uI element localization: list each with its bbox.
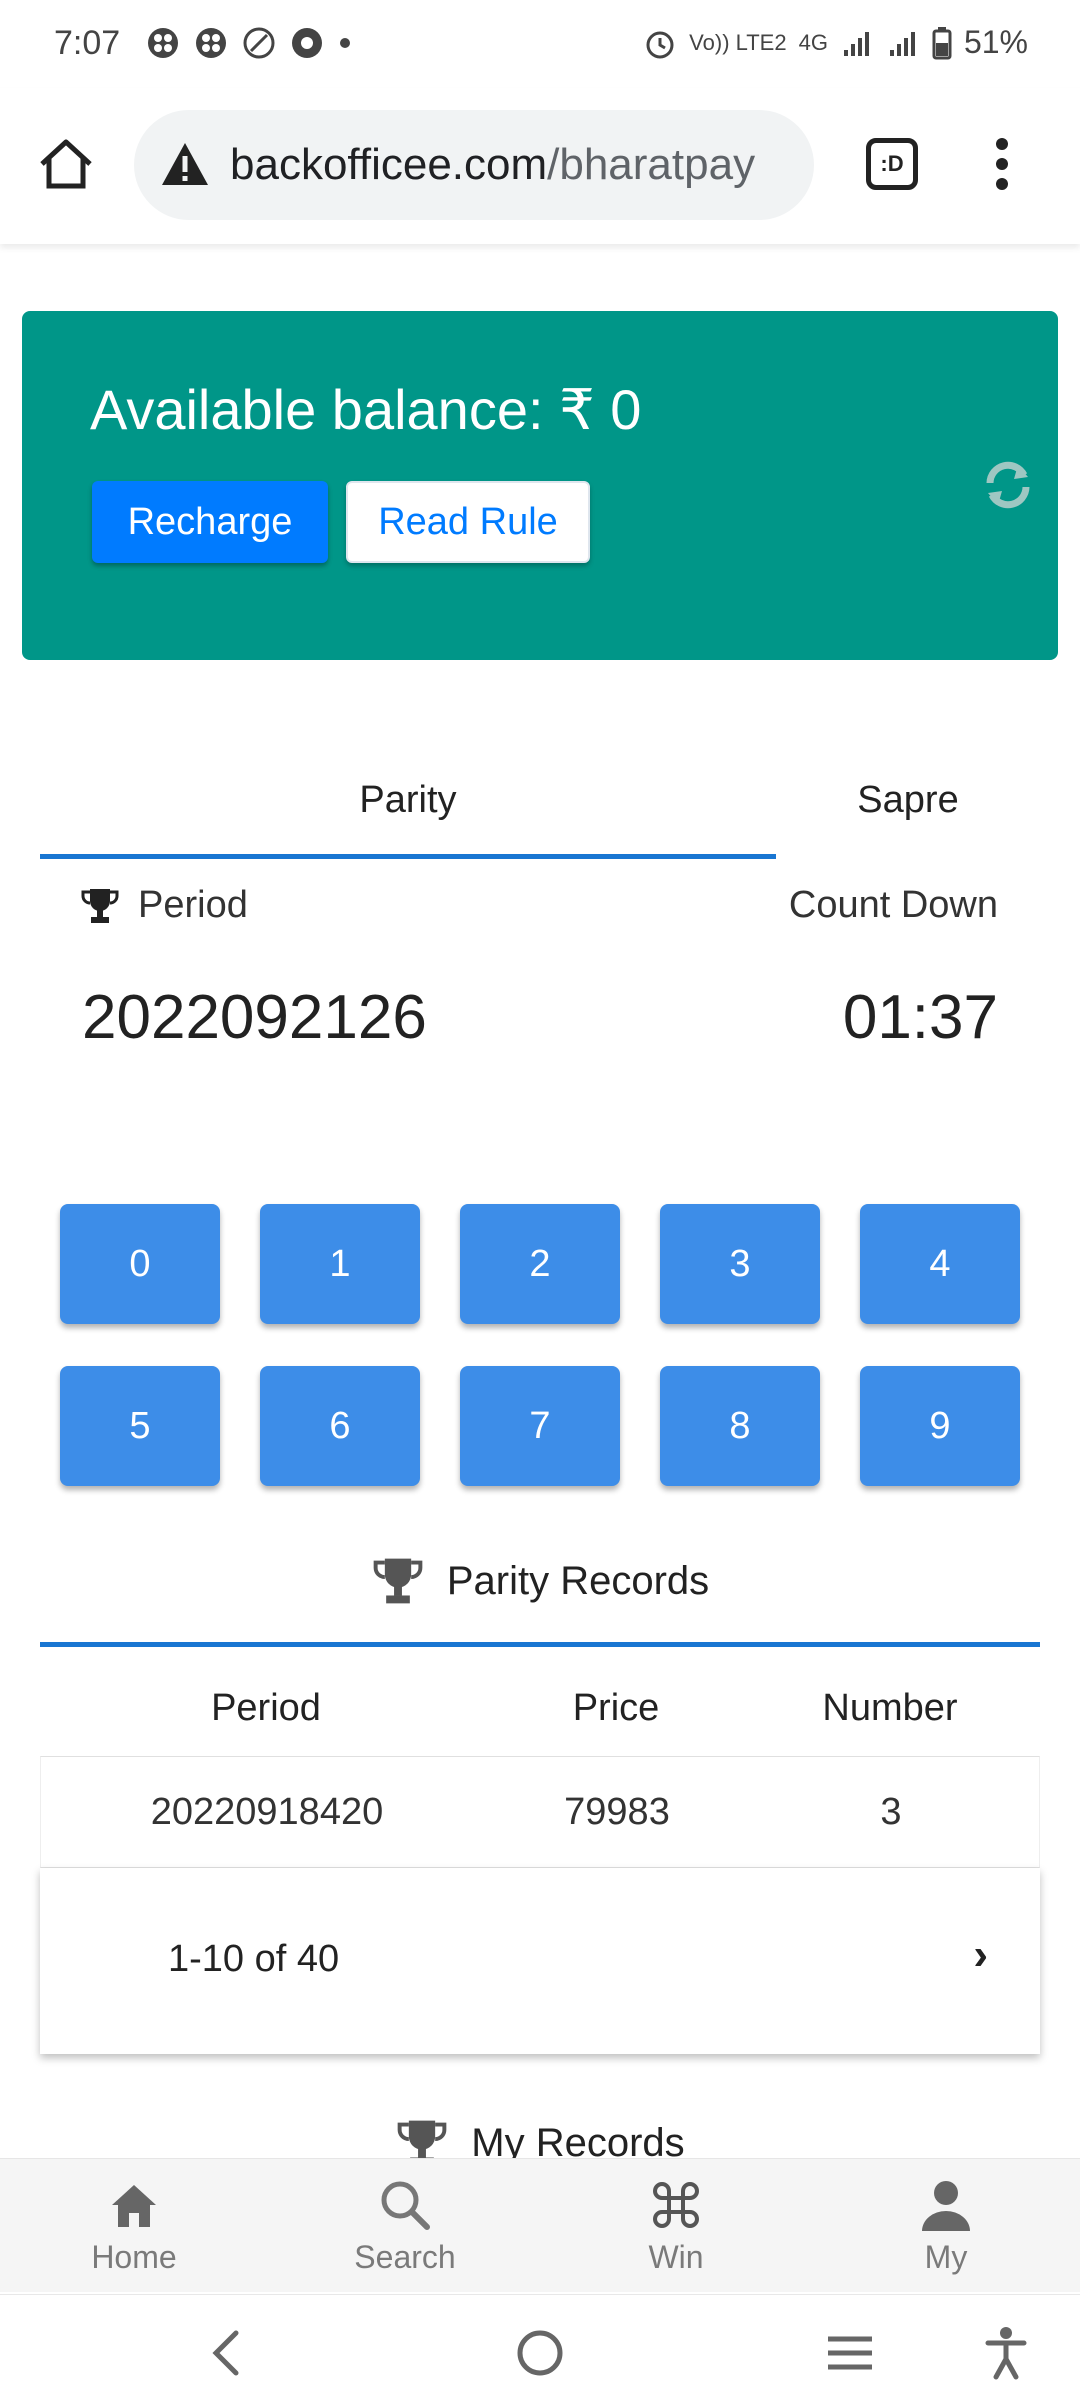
period-value: 2022092126	[82, 983, 427, 1052]
battery-icon	[932, 26, 952, 59]
bottom-navigation: Home Search Win My	[0, 2158, 1080, 2292]
more-notifications-icon	[340, 38, 350, 48]
url-text[interactable]: backofficee.com/bharatpay	[230, 140, 755, 190]
nav-search-label: Search	[354, 2239, 456, 2275]
active-tab-indicator	[40, 854, 776, 859]
column-header-price: Price	[572, 1686, 660, 1729]
shield-notification-icon	[243, 27, 275, 59]
app-notification-icon	[148, 28, 178, 58]
table-header: Period Price Number	[40, 1660, 1040, 1756]
number-button-1[interactable]: 1	[260, 1204, 420, 1324]
status-bar: 7:07 Vo)) LTE2 4G 51%	[0, 0, 1080, 88]
notification-icons	[146, 26, 352, 60]
number-button-4[interactable]: 4	[860, 1204, 1020, 1324]
url-path: /bharatpay	[547, 140, 756, 189]
available-balance: Available balance: ₹ 0	[90, 378, 642, 441]
search-icon	[381, 2181, 430, 2230]
network-type: 4G	[798, 29, 828, 55]
number-button-5[interactable]: 5	[60, 1366, 220, 1486]
table-row: 20220918420 79983 3	[40, 1756, 1040, 1868]
system-navigation-bar	[0, 2294, 1080, 2408]
period-header: Period	[80, 884, 248, 927]
number-button-3[interactable]: 3	[660, 1204, 820, 1324]
home-icon[interactable]	[36, 134, 96, 194]
signal-icon	[843, 31, 869, 56]
battery-percent: 51%	[963, 24, 1028, 60]
recents-icon[interactable]	[820, 2323, 880, 2383]
nav-win-label: Win	[648, 2239, 704, 2275]
command-icon	[653, 2182, 699, 2228]
number-button-2[interactable]: 2	[460, 1204, 620, 1324]
app-notification-icon	[196, 28, 226, 58]
nav-win[interactable]: Win	[576, 2177, 776, 2276]
number-button-9[interactable]: 9	[860, 1366, 1020, 1486]
nav-home[interactable]: Home	[34, 2177, 234, 2276]
pagination: 1-10 of 40 ›	[40, 1868, 1040, 2054]
address-bar[interactable]: backofficee.com/bharatpay	[134, 110, 814, 220]
tab-sapre[interactable]: Sapre	[776, 740, 1040, 860]
browser-toolbar: backofficee.com/bharatpay :D	[0, 88, 1080, 244]
lte-label: Vo)) LTE2	[689, 29, 787, 55]
trophy-icon	[81, 888, 119, 923]
accessibility-icon[interactable]	[976, 2323, 1036, 2383]
recharge-button[interactable]: Recharge	[92, 481, 328, 563]
home-circle-icon[interactable]	[510, 2323, 570, 2383]
records-divider	[40, 1642, 1040, 1647]
column-header-number: Number	[822, 1686, 958, 1729]
period-label: Period	[138, 884, 248, 926]
nav-home-label: Home	[91, 2239, 177, 2275]
countdown-label: Count Down	[788, 884, 998, 926]
back-icon[interactable]	[198, 2323, 258, 2383]
cell-period: 20220918420	[150, 1790, 384, 1833]
cell-price: 79983	[564, 1790, 670, 1833]
balance-card: Available balance: ₹ 0 Recharge Read Rul…	[22, 311, 1058, 660]
tab-switcher-button[interactable]: :D	[866, 138, 918, 190]
warning-icon[interactable]	[160, 140, 210, 188]
more-menu-icon[interactable]	[990, 138, 1014, 194]
nav-my[interactable]: My	[846, 2177, 1046, 2276]
number-button-7[interactable]: 7	[460, 1366, 620, 1486]
signal-icon	[889, 31, 915, 56]
countdown-value: 01:37	[842, 983, 998, 1052]
number-button-6[interactable]: 6	[260, 1366, 420, 1486]
tab-parity[interactable]: Parity	[40, 740, 776, 860]
nav-my-label: My	[924, 2239, 968, 2275]
status-time: 7:07	[54, 24, 121, 62]
records-title-text: Parity Records	[446, 1558, 710, 1603]
url-domain: backofficee.com	[230, 140, 548, 189]
read-rule-button[interactable]: Read Rule	[346, 481, 590, 563]
refresh-icon[interactable]	[980, 457, 1036, 513]
status-right: Vo)) LTE2 4G 51%	[643, 24, 1028, 61]
cell-number: 3	[880, 1790, 902, 1833]
parity-records-title: Parity Records	[0, 1556, 1080, 1606]
home-icon	[112, 2185, 156, 2227]
nav-search[interactable]: Search	[305, 2177, 505, 2276]
next-page-button[interactable]: ›	[973, 1930, 988, 1980]
person-icon	[922, 2181, 970, 2231]
chrome-notification-icon	[292, 28, 322, 58]
pagination-range: 1-10 of 40	[168, 1938, 340, 1980]
number-button-0[interactable]: 0	[60, 1204, 220, 1324]
number-button-8[interactable]: 8	[660, 1366, 820, 1486]
column-header-period: Period	[211, 1686, 321, 1729]
trophy-icon	[373, 1558, 423, 1604]
alarm-icon	[646, 31, 674, 58]
game-tabs: Parity Sapre	[40, 740, 1040, 860]
